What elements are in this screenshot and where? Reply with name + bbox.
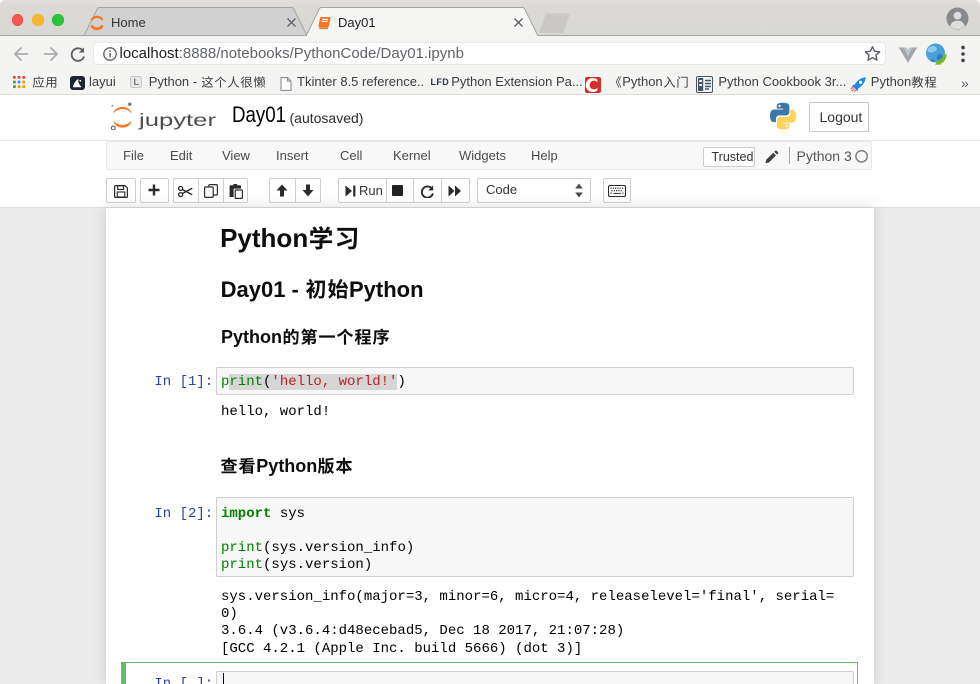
svg-text:jupyter: jupyter [138, 110, 217, 130]
